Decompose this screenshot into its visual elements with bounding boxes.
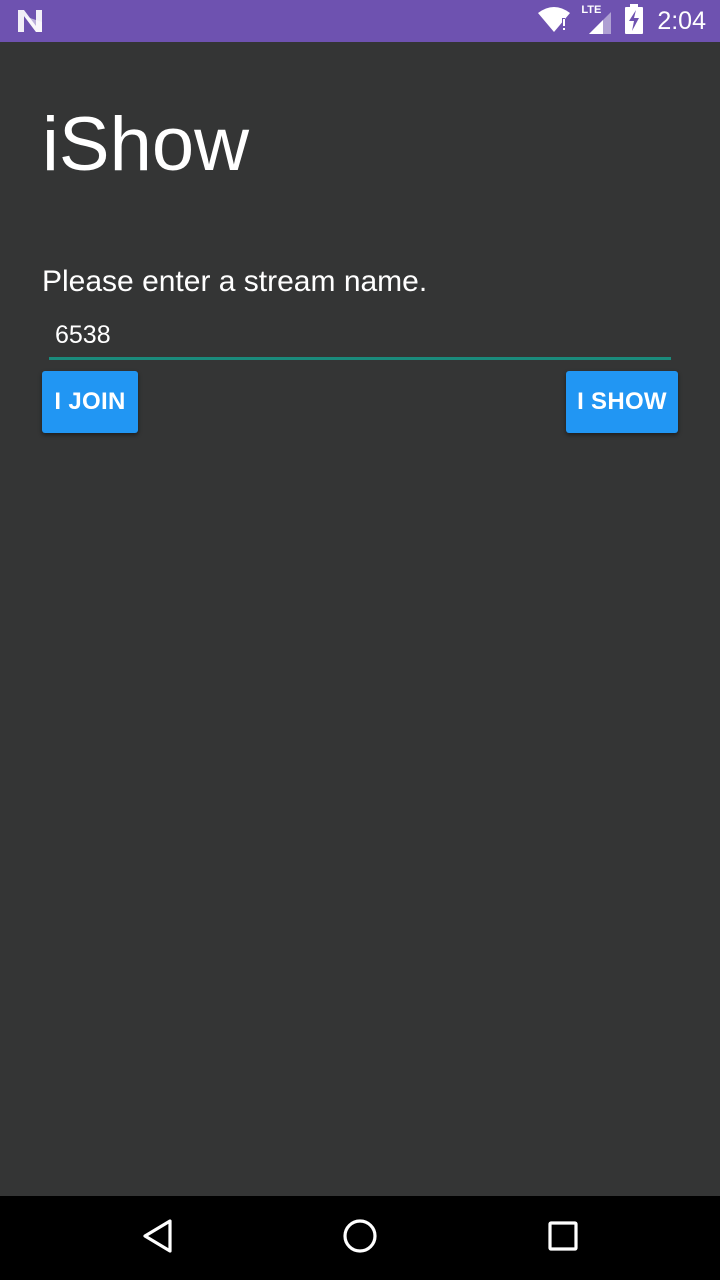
- recents-button[interactable]: [539, 1214, 587, 1262]
- lte-signal-icon: LTE: [581, 4, 615, 36]
- stream-name-prompt: Please enter a stream name.: [42, 265, 428, 298]
- back-icon: [141, 1218, 175, 1259]
- home-button[interactable]: [336, 1214, 384, 1262]
- show-button[interactable]: I SHOW: [566, 371, 678, 433]
- stream-name-input[interactable]: [49, 314, 671, 356]
- navigation-bar: [0, 1196, 720, 1280]
- status-time: 2:04: [657, 6, 706, 35]
- status-bar: LTE 2:04: [0, 0, 720, 42]
- app-content: iShow Please enter a stream name. I JOIN…: [0, 42, 720, 1196]
- wifi-icon: [537, 6, 571, 37]
- status-icons: LTE 2:04: [537, 0, 706, 42]
- stream-input-container: [49, 314, 671, 360]
- recents-icon: [547, 1220, 579, 1257]
- battery-charging-icon: [625, 3, 644, 39]
- n-logo-icon: [16, 8, 44, 34]
- back-button[interactable]: [134, 1214, 182, 1262]
- app-title: iShow: [42, 102, 249, 187]
- join-button[interactable]: I JOIN: [42, 371, 138, 433]
- home-icon: [342, 1218, 378, 1259]
